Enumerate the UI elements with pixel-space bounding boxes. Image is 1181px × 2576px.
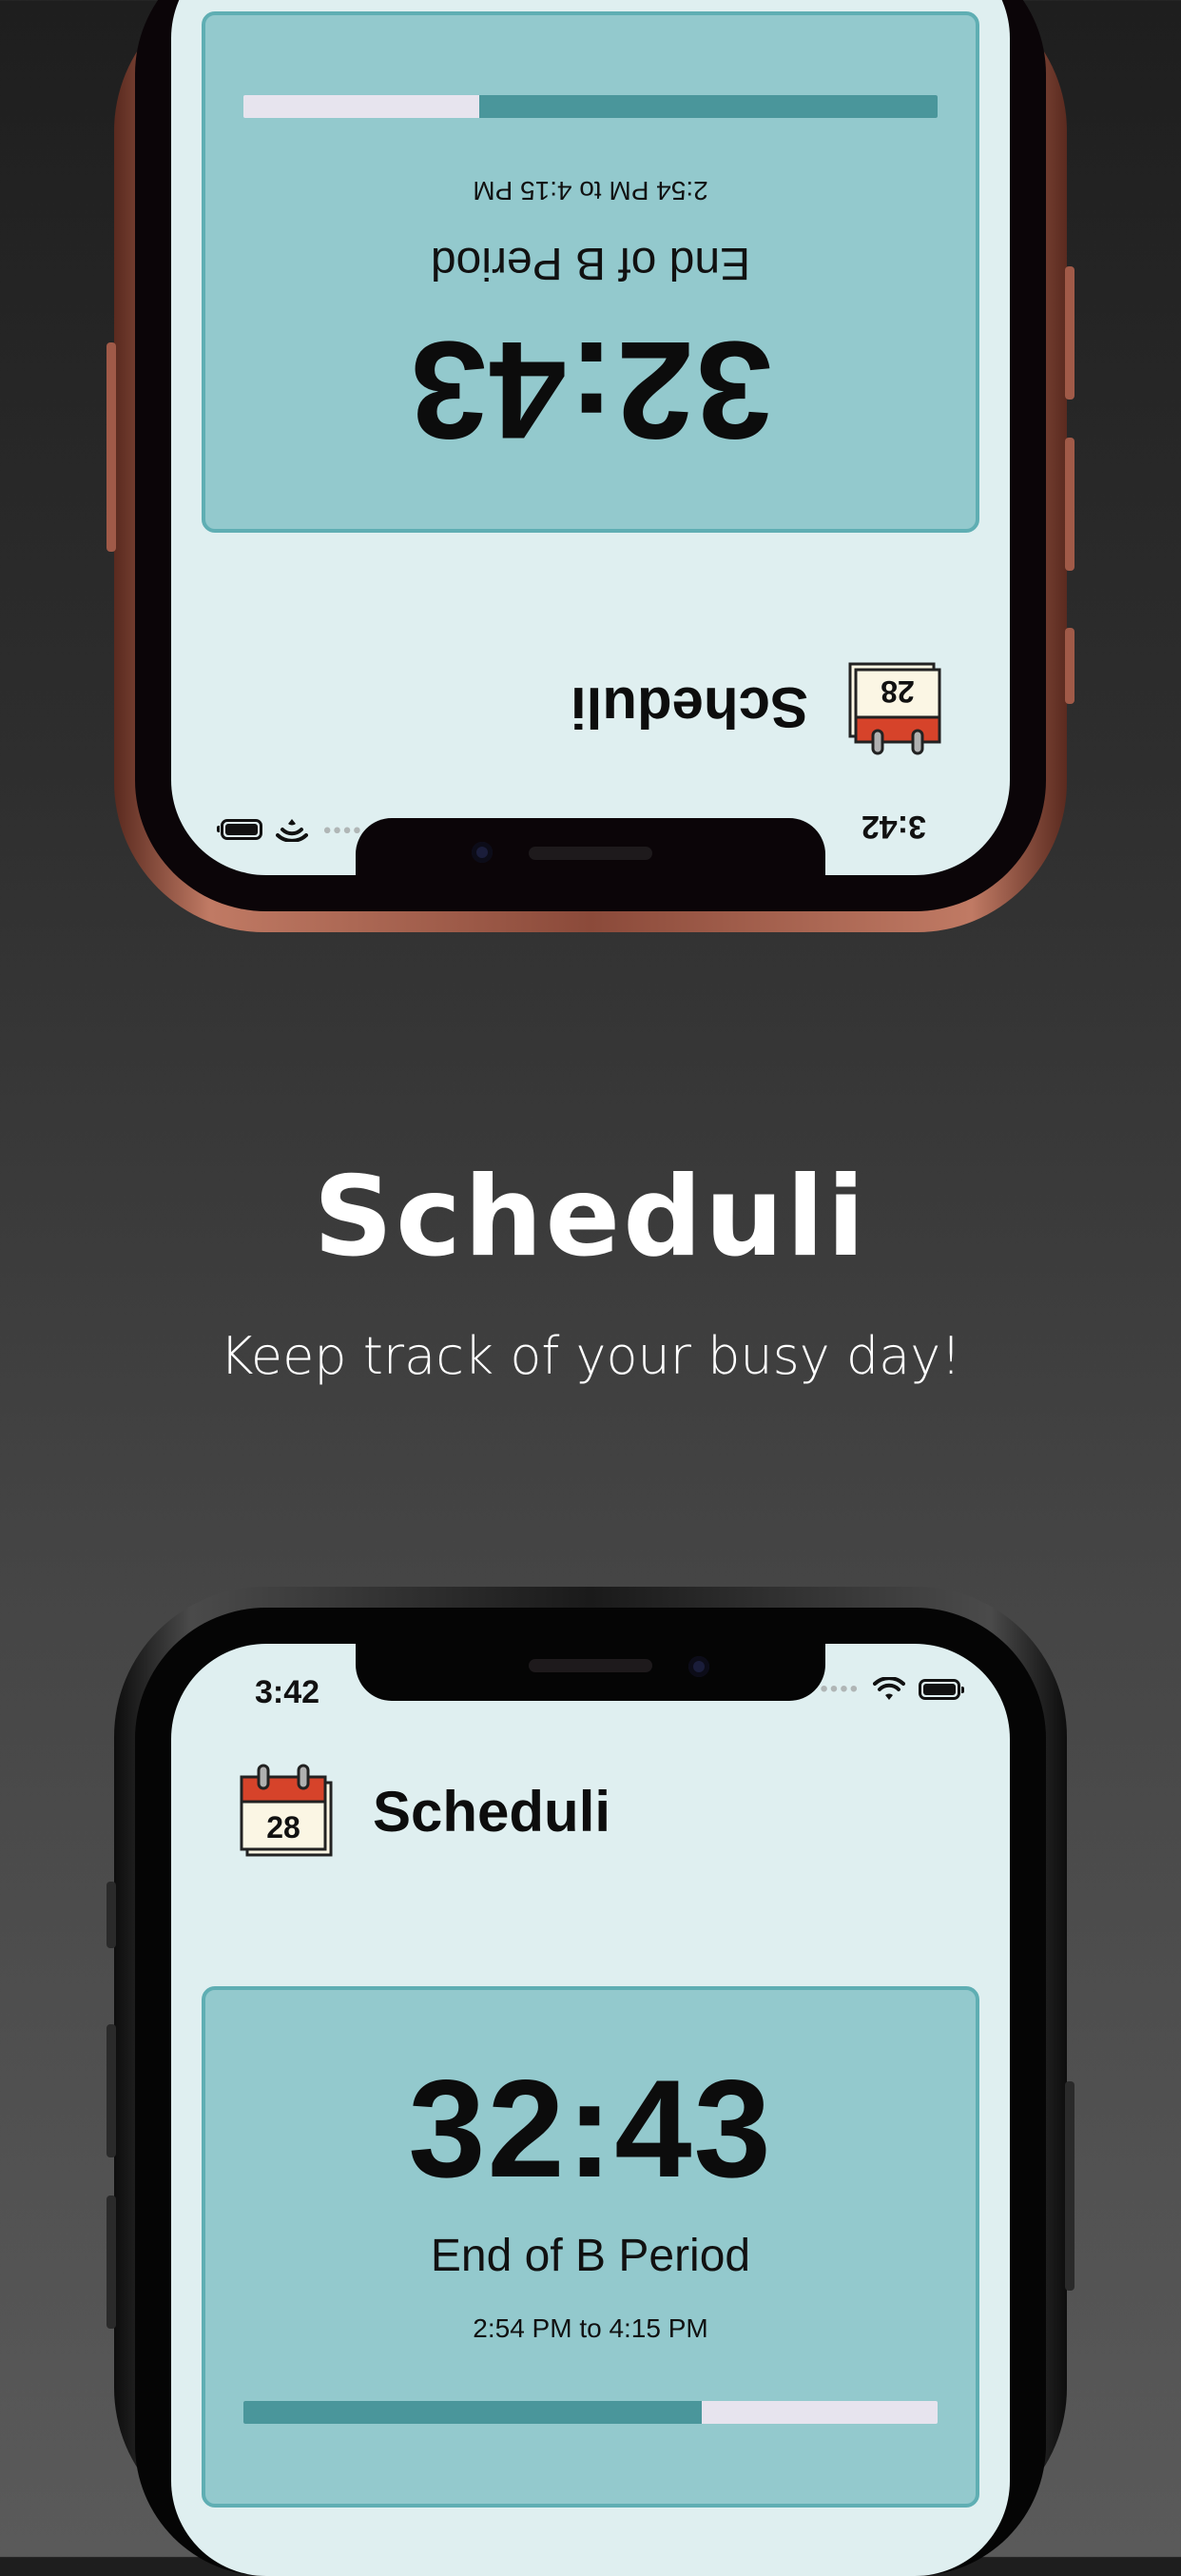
earpiece-speaker — [529, 1659, 652, 1672]
battery-icon — [919, 1679, 964, 1700]
status-time: 3:42 — [255, 1674, 320, 1710]
mute-switch — [1065, 628, 1075, 704]
countdown-timer: 32:43 — [408, 313, 773, 468]
period-progress-fill — [479, 95, 938, 118]
app-title: Scheduli — [570, 675, 808, 740]
status-icons: •••• — [820, 1676, 964, 1703]
front-camera — [472, 842, 493, 863]
timer-card: 32:43 End of B Period 2:54 PM to 4:15 PM — [202, 1986, 979, 2508]
battery-icon — [221, 819, 262, 840]
status-icons: •••• — [221, 816, 361, 843]
countdown-timer: 32:43 — [408, 2051, 773, 2206]
promo-title: Scheduli — [313, 1153, 868, 1281]
status-time: 3:42 — [861, 809, 926, 845]
earpiece-speaker — [529, 847, 652, 860]
volume-up-button — [1065, 438, 1075, 571]
signal-dots-icon: •••• — [820, 1676, 860, 1702]
volume-up-button — [106, 2024, 116, 2157]
notch — [356, 818, 825, 875]
app-title: Scheduli — [373, 1779, 611, 1844]
wifi-icon — [276, 819, 308, 842]
notch — [356, 1644, 825, 1701]
period-time-range: 2:54 PM to 4:15 PM — [473, 176, 708, 205]
calendar-day: 28 — [266, 1810, 300, 1844]
period-progress-fill — [243, 2401, 702, 2424]
front-camera — [688, 1656, 709, 1677]
period-time-range: 2:54 PM to 4:15 PM — [473, 2313, 708, 2343]
volume-down-button — [106, 2195, 116, 2329]
mute-switch — [106, 1882, 116, 1948]
power-button — [1065, 2081, 1075, 2291]
bottom-phone-mockup: 3:42 •••• 28 Scheduli 32:43 End of B Per… — [106, 1587, 1075, 2576]
period-progress-bar — [243, 95, 938, 118]
phone-screen: 3:42 •••• 28 Scheduli 32:43 End of B Per… — [171, 0, 1010, 875]
period-progress-bar — [243, 2401, 938, 2424]
calendar-icon: 28 — [848, 662, 941, 755]
calendar-icon: 28 — [240, 1764, 333, 1857]
phone-screen: 3:42 •••• 28 Scheduli 32:43 End of B Per… — [171, 1644, 1010, 2576]
promo-subtitle: Keep track of your busy day! — [220, 1326, 961, 1386]
calendar-day: 28 — [881, 674, 915, 709]
wifi-icon — [873, 1677, 905, 1700]
period-name: End of B Period — [430, 2231, 751, 2281]
top-phone-mockup: 3:42 •••• 28 Scheduli 32:43 End of B Per… — [106, 0, 1075, 932]
signal-dots-icon: •••• — [321, 817, 361, 843]
volume-down-button — [1065, 266, 1075, 400]
power-button — [106, 342, 116, 552]
app-header: 28 Scheduli — [571, 658, 941, 757]
app-header: 28 Scheduli — [240, 1762, 610, 1861]
timer-card: 32:43 End of B Period 2:54 PM to 4:15 PM — [202, 11, 979, 533]
period-name: End of B Period — [430, 238, 751, 288]
